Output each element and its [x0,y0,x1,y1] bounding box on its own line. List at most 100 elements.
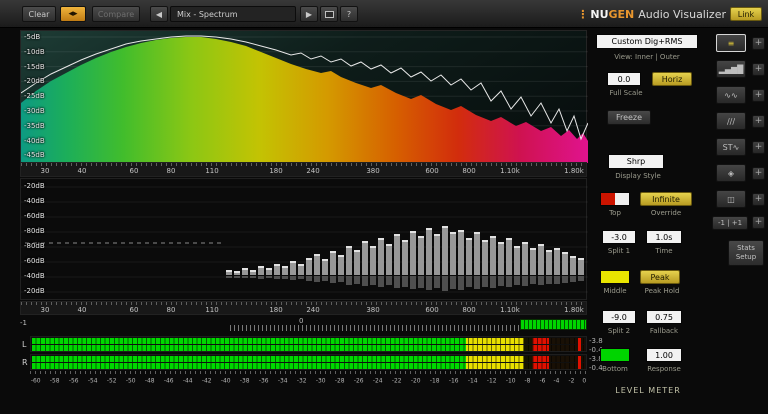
add-view-button[interactable]: + [752,141,765,154]
spectrum-display[interactable]: -5dB -10dB -15dB -20dB -25dB -30dB -35dB -40dB -… [20,30,588,163]
compare-button[interactable]: Compare [92,6,140,22]
spectrum-freq-label: 1.10k [500,167,520,175]
peak-hold-button[interactable]: Peak [640,270,680,284]
view-slot-waveform-button[interactable]: ∿∿ [716,86,746,104]
top-color-swatch[interactable] [600,192,630,206]
nugen-logo: ⋮ NU GEN Audio Visualizer [577,0,726,28]
meter-db-scale: -60 -58 -56 -54 -52 -50 -48 -46 -44 -42 -40 -38 -36-… [30,371,587,384]
spectrum-freq-label: 60 [129,167,139,175]
add-view-button[interactable]: + [752,216,765,229]
middle-label: Middle [603,287,627,295]
response-value-field[interactable]: 1.00 [646,348,682,362]
view-slot-spectrogram-button[interactable]: ∕∕∕ [716,112,746,130]
override-label: Override [650,209,682,217]
meter-scale-label: -58 [49,377,60,384]
preset-select[interactable]: Mix - Spectrum [170,6,296,22]
histogram-freq-label: 1.10k [500,306,520,314]
meter-scale-label: -18 [429,377,440,384]
view-slot-stereo-button[interactable]: ST∿ [716,138,746,156]
view-slot-row: ◈ + [710,164,768,182]
meter-scale-label: -42 [201,377,212,384]
histogram-freq-label: 40 [77,306,87,314]
swap-arrows-icon[interactable]: ◂▸ [60,6,86,22]
histogram-freq-label: 600 [425,306,439,314]
split1-value-field[interactable]: -3.0 [602,230,636,244]
spectrum-freq-label: 800 [462,167,476,175]
link-button[interactable]: Link [730,7,762,21]
histogram-db-label: -20dB [24,287,45,295]
meter-scale-label: -12 [486,377,497,384]
freeze-button[interactable]: Freeze [607,110,651,125]
spectrum-db-label: -15dB [24,62,45,71]
stats-setup-button[interactable]: Stats Setup [728,240,764,266]
meter-scale-label: -54 [87,377,98,384]
spectrum-graph [21,35,588,163]
spectrum-freq-label: 80 [166,167,176,175]
meter-scale-label: -60 [30,377,41,384]
middle-color-swatch[interactable] [600,270,630,284]
view-slot-meter-button[interactable]: ◫ [716,190,746,208]
add-view-button[interactable]: + [752,167,765,180]
left-peak-hold-tick [578,338,581,351]
infinite-override-button[interactable]: Infinite [640,192,692,206]
add-view-button[interactable]: + [752,89,765,102]
meter-scale-label: -24 [372,377,383,384]
play-icon[interactable]: ▶ [300,6,318,22]
logo-gen: GEN [608,7,635,21]
minus-one-plus-one-button[interactable]: -1 | +1 [712,216,748,230]
full-scale-value-field[interactable]: 0.0 [607,72,641,86]
fallback-label: Fallback [649,327,679,335]
meter-scale-label: -44 [182,377,193,384]
meter-scale-label: -52 [106,377,117,384]
horiz-button[interactable]: Horiz [652,72,692,86]
spectrum-db-label: -10dB [24,47,45,56]
meter-mode-select[interactable]: Custom Dig+RMS [596,34,698,49]
add-view-button[interactable]: + [752,193,765,206]
meter-scale-label: -8 [524,377,531,384]
correlation-meter: -1 0 [18,317,590,332]
histogram-freq-label: 60 [129,306,139,314]
control-panel: Custom Dig+RMS View: Inner | Outer 0.0 H… [592,30,768,414]
split2-value-field[interactable]: -9.0 [602,310,636,324]
view-slot-row: ▂▄▆█ + [710,60,768,78]
display-icon[interactable] [320,6,338,22]
histogram-display[interactable]: -20dB -40dB -60dB -80dB -80dB -60dB -40dB -20dB [20,178,588,300]
logo-product-name: Audio Visualizer [638,7,726,21]
view-slot-vectorscope-button[interactable]: ◈ [716,164,746,182]
add-view-button[interactable]: + [752,115,765,128]
spectrum-freq-label: 1.80k [564,167,584,175]
meter-row-left: L [18,336,590,353]
view-slot-histogram-button[interactable]: ▂▄▆█ [716,60,746,78]
spectrum-freq-label: 180 [269,167,283,175]
histogram-freq-label: 110 [205,306,219,314]
add-view-button[interactable]: + [752,63,765,76]
level-meters: L R [18,336,590,371]
meter-scale-label: -14 [467,377,478,384]
time-value-field[interactable]: 1.0s [646,230,682,244]
view-slot-spectrum-button[interactable]: ≡ [716,34,746,52]
view-slot-row: ≡ + [710,34,768,52]
correlation-bar [520,319,587,330]
prev-preset-icon[interactable]: ◀ [150,6,168,22]
peak-hold-label: Peak Hold [644,287,680,295]
meter-scale-label: -30 [315,377,326,384]
fallback-value-field[interactable]: 0.75 [646,310,682,324]
split2-label: Split 2 [607,327,631,335]
histogram-db-label: -60dB [24,257,45,265]
display-style-select[interactable]: Shrp [608,154,664,169]
meter-scale-label: -36 [258,377,269,384]
add-view-button[interactable]: + [752,37,765,50]
histogram-db-label: -80dB [24,227,45,235]
meter-scale-label: -16 [448,377,459,384]
left-rms-fill [32,345,585,351]
histogram-freq-label: 1.80k [564,306,584,314]
meter-scale-label: -34 [277,377,288,384]
histogram-freq-label: 30 [40,306,50,314]
response-label: Response [647,365,681,373]
meter-scale-label: -40 [220,377,231,384]
bottom-color-swatch[interactable] [600,348,630,362]
meter-scale-label: -32 [296,377,307,384]
help-button[interactable]: ? [340,6,358,22]
clear-button[interactable]: Clear [22,6,56,22]
histogram-freq-label: 80 [166,306,176,314]
